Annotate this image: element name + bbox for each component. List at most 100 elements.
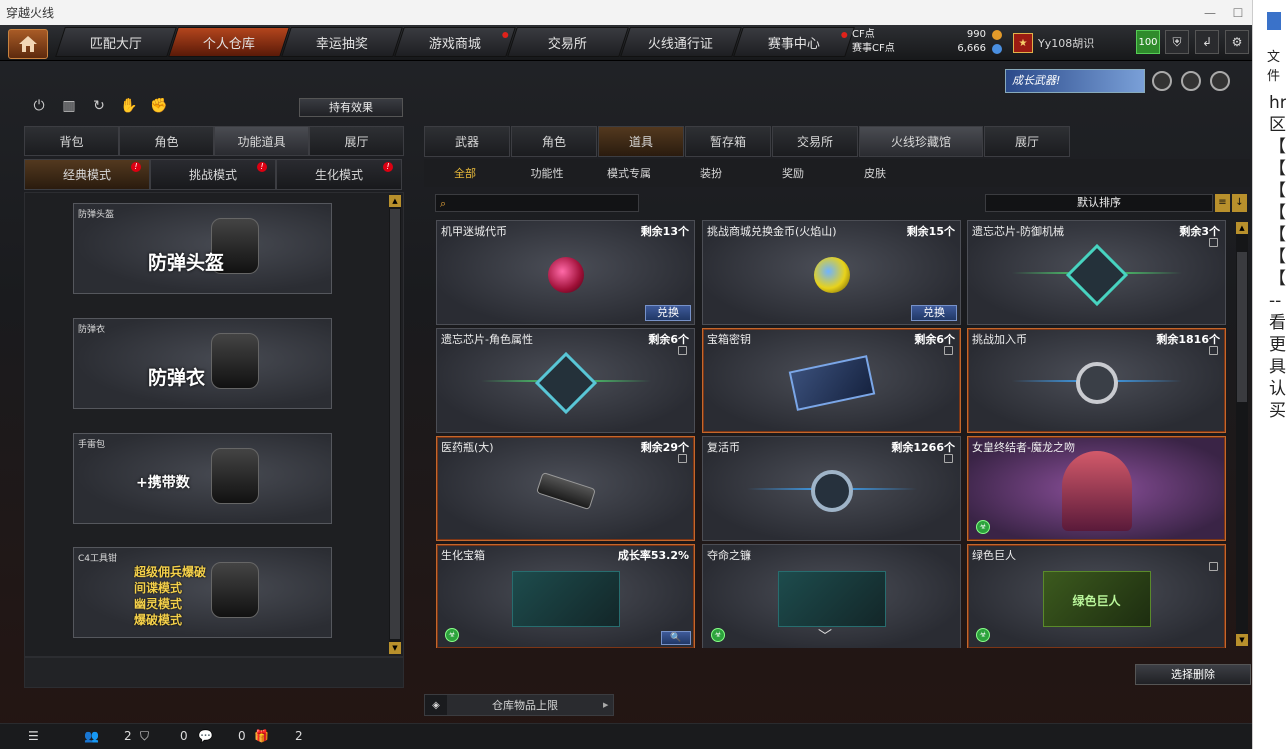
sort-dropdown[interactable]: 默认排序 <box>985 194 1213 212</box>
tab-collection[interactable]: 火线珍藏馆 <box>859 126 983 157</box>
scroll-up-icon[interactable]: ▲ <box>389 195 401 207</box>
filter-icons: ⏻ ▥ ↻ ✋ ✊ <box>28 98 178 118</box>
top-nav: 匹配大厅 个人仓库 幸运抽奖 游戏商城 交易所 火线通行证 赛事中心 CF点 99… <box>0 25 1252 61</box>
holding-effect-button[interactable]: 持有效果 <box>299 98 403 117</box>
subtab-mode-exclusive[interactable]: 模式专属 <box>588 165 670 181</box>
badge-icon[interactable] <box>1152 71 1172 91</box>
tab-weapons[interactable]: 武器 <box>424 126 510 157</box>
sort-list-icon[interactable]: ≡ <box>1215 194 1230 212</box>
exit-icon[interactable]: ↲ <box>1195 30 1219 54</box>
friends-icon[interactable]: 👥 <box>84 729 99 743</box>
hand-icon[interactable]: ✋ <box>118 98 140 118</box>
card-grenade-pack[interactable]: 手雷包 +携带数 <box>73 433 332 524</box>
magnify-button[interactable]: 🔍 <box>661 631 691 645</box>
tab-character[interactable]: 角色 <box>119 126 214 156</box>
subtab-rewards[interactable]: 奖励 <box>752 165 834 181</box>
tab-exchange[interactable]: 交易所 <box>507 27 629 57</box>
item-card[interactable]: 遗忘芯片-防御机械 剩余3个 <box>967 220 1226 325</box>
event-cf-value: 6,666 <box>957 43 986 54</box>
tab-display[interactable]: 展厅 <box>984 126 1070 157</box>
burst-icon[interactable] <box>1210 71 1230 91</box>
grid-scrollbar[interactable]: ▲ ▼ <box>1236 222 1248 646</box>
search-icon: ⌕ <box>440 197 447 210</box>
scroll-down-icon[interactable]: ▼ <box>389 642 401 654</box>
chevron-down-icon[interactable]: ﹀ <box>818 626 832 646</box>
card-helmet[interactable]: 防弹头盔 防弹头盔 <box>73 203 332 294</box>
left-scrollbar[interactable]: ▲ ▼ <box>389 195 401 654</box>
exchange-button[interactable]: 兑换 <box>911 305 957 321</box>
minimize-icon[interactable]: — <box>1196 6 1224 20</box>
select-delete-button[interactable]: 选择删除 <box>1135 664 1251 685</box>
stats-icon[interactable]: ▥ <box>58 98 80 118</box>
tab-game-store[interactable]: 游戏商城 <box>394 27 516 57</box>
vest-image <box>211 333 259 389</box>
side-text: hr 区【 【【【 【【【 -- 看更 具认买 <box>1269 93 1286 421</box>
glove-icon[interactable]: ✊ <box>148 98 170 118</box>
off-toggle-icon[interactable]: ⏻ <box>28 98 50 118</box>
tab-lucky-draw[interactable]: 幸运抽奖 <box>281 27 403 57</box>
chat-icon[interactable]: 💬 <box>198 729 213 743</box>
tab-classic-mode[interactable]: 经典模式! <box>24 159 150 190</box>
gift-icon[interactable]: 🎁 <box>254 729 269 743</box>
side-document-panel: 文件 hr 区【 【【【 【【【 -- 看更 具认买 <box>1252 0 1286 749</box>
refresh-icon[interactable]: ↻ <box>88 98 110 118</box>
scroll-thumb[interactable] <box>1237 252 1247 402</box>
tab-trade[interactable]: 交易所 <box>772 126 858 157</box>
tab-roles[interactable]: 角色 <box>511 126 597 157</box>
rank-badge-icon: ★ <box>1013 33 1033 53</box>
event-coin-icon <box>992 44 1002 54</box>
card-vest[interactable]: 防弹衣 防弹衣 <box>73 318 332 409</box>
item-card[interactable]: 医药瓶(大) 剩余29个 <box>436 436 695 541</box>
lock-icon <box>1209 562 1218 571</box>
subtab-all[interactable]: 全部 <box>424 165 506 181</box>
item-card[interactable]: 遗忘芯片-角色属性 剩余6个 <box>436 328 695 433</box>
search-input[interactable]: ⌕ <box>435 194 639 212</box>
home-button[interactable] <box>8 29 48 59</box>
shield-status-icon[interactable]: ⛉ <box>140 729 149 744</box>
tab-zombie-mode[interactable]: 生化模式! <box>276 159 402 190</box>
tab-challenge-mode[interactable]: 挑战模式! <box>150 159 276 190</box>
item-card[interactable]: 挑战加入币 剩余1816个 <box>967 328 1226 433</box>
tab-function-items[interactable]: 功能道具 <box>214 126 309 156</box>
alert-icon: ! <box>257 162 267 172</box>
card-c4-pliers[interactable]: C4工具钳 超级佣兵爆破 间谍模式 幽灵模式 爆破模式 <box>73 547 332 638</box>
target-icon[interactable] <box>1181 71 1201 91</box>
tab-items[interactable]: 道具 <box>598 126 684 157</box>
tab-bag[interactable]: 背包 <box>24 126 119 156</box>
revive-coin-icon <box>810 469 853 512</box>
tab-personal-storage[interactable]: 个人仓库 <box>168 27 290 57</box>
item-card[interactable]: 女皇终结者-魔龙之吻 ☣ <box>967 436 1226 541</box>
menu-icon[interactable]: ☰ <box>28 729 39 743</box>
subtab-functional[interactable]: 功能性 <box>506 165 588 181</box>
sort-arrow-icon[interactable]: ↓ <box>1232 194 1247 212</box>
tab-match-lobby[interactable]: 匹配大厅 <box>55 27 177 57</box>
user-info[interactable]: ★ Yy108胡识 <box>1013 30 1131 56</box>
gear-icon[interactable]: ⚙ <box>1225 30 1249 54</box>
function-item-list: 防弹头盔 防弹头盔 防弹衣 防弹衣 手雷包 +携带数 C4工具钳 超级佣兵爆破 … <box>24 192 404 657</box>
tab-battle-pass[interactable]: 火线通行证 <box>620 27 742 57</box>
lock-icon <box>1209 346 1218 355</box>
subtab-dress[interactable]: 装扮 <box>670 165 752 181</box>
growth-weapon-banner[interactable]: 成长武器! <box>1005 69 1145 93</box>
tab-event-center[interactable]: 赛事中心 <box>733 27 855 57</box>
subtab-skins[interactable]: 皮肤 <box>834 165 916 181</box>
item-grid: 机甲迷城代币 剩余13个 兑换 挑战商城兑换金币(火焰山) 剩余15个 兑换 遗忘芯… <box>434 218 1234 648</box>
file-menu[interactable]: 文件 <box>1267 46 1286 84</box>
scroll-down-icon[interactable]: ▼ <box>1236 634 1248 646</box>
item-card[interactable]: 绿色巨人 绿色巨人 ☣ <box>967 544 1226 648</box>
exchange-button[interactable]: 兑换 <box>645 305 691 321</box>
item-card[interactable]: 宝箱密钥 剩余6个 <box>702 328 961 433</box>
tab-temp-box[interactable]: 暂存箱 <box>685 126 771 157</box>
tab-showroom[interactable]: 展厅 <box>309 126 404 156</box>
scroll-thumb[interactable] <box>390 209 400 639</box>
main-tabs: 匹配大厅 个人仓库 幸运抽奖 游戏商城 交易所 火线通行证 赛事中心 <box>55 27 855 57</box>
item-card[interactable]: 复活币 剩余1266个 <box>702 436 961 541</box>
maximize-icon[interactable]: ☐ <box>1224 6 1252 20</box>
storage-limit-button[interactable]: ◈ 仓库物品上限 ▶ <box>424 694 614 716</box>
item-card[interactable]: 机甲迷城代币 剩余13个 兑换 <box>436 220 695 325</box>
item-card[interactable]: 挑战商城兑换金币(火焰山) 剩余15个 兑换 <box>702 220 961 325</box>
scroll-up-icon[interactable]: ▲ <box>1236 222 1248 234</box>
document-icon <box>1267 12 1281 30</box>
shield-icon[interactable]: ⛨ <box>1165 30 1189 54</box>
item-card[interactable]: 生化宝箱 成长率53.2% ☣ 🔍 <box>436 544 695 648</box>
